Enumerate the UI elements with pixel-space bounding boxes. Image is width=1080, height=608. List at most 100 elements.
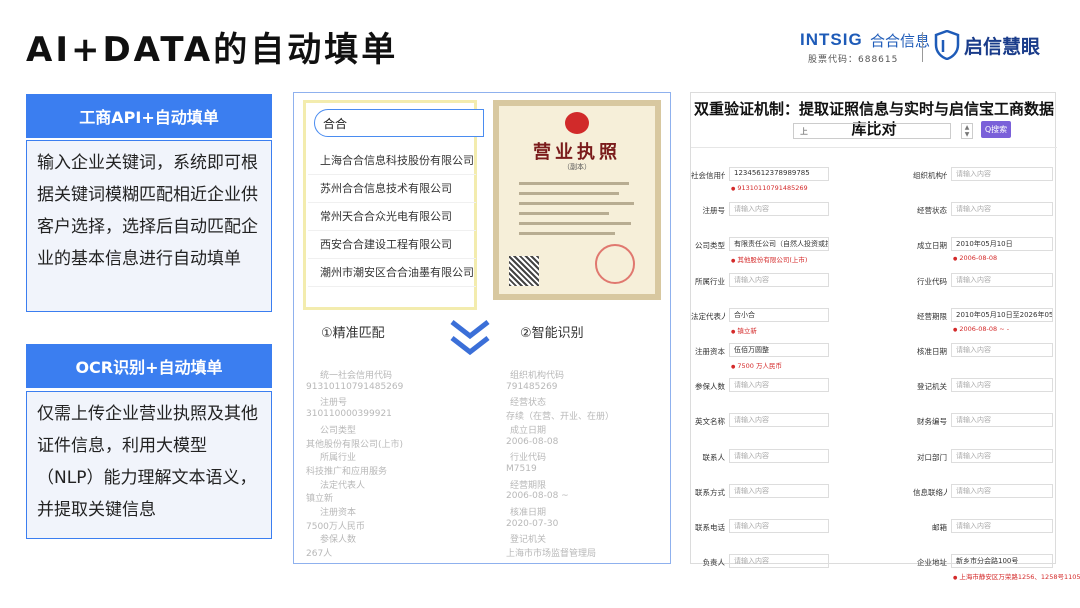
- license-text-line: [519, 232, 615, 235]
- field-label: 核准日期: [917, 347, 947, 356]
- field-input[interactable]: 请输入内容: [951, 343, 1053, 357]
- suggestion-list: 上海合合信息科技股份有限公司 苏州合合信息技术有限公司 常州天合合众光电有限公司…: [308, 147, 476, 287]
- field-label: 信息联络人: [913, 487, 947, 497]
- extracted-field-value: 上海市市场监督管理局: [506, 549, 597, 560]
- suggestion-item[interactable]: 上海合合信息科技股份有限公司: [308, 147, 476, 175]
- field-label: 负责人: [702, 558, 726, 568]
- stock-code: 股票代码：688615: [808, 55, 899, 65]
- license-title: 营业执照: [533, 142, 621, 163]
- extracted-field-label: 参保人数: [320, 535, 357, 546]
- step-smart-recognition: ②智能识别: [520, 326, 584, 341]
- business-license-image: 营业执照 （副本）: [493, 100, 661, 300]
- search-button[interactable]: Q搜索: [981, 121, 1011, 138]
- field-label: 联系人: [702, 452, 726, 462]
- database-match-hint: 镇立新: [731, 325, 757, 335]
- qixin-shield-icon: [934, 30, 960, 60]
- extracted-field-value: 存续（在营、开业、在册）: [506, 412, 615, 423]
- field-label: 社会信用代码: [691, 171, 725, 180]
- logo-divider: [922, 32, 923, 62]
- field-input[interactable]: 有限责任公司（自然人投资或控股）: [729, 237, 829, 252]
- extracted-field-label: 法定代表人: [320, 480, 366, 491]
- field-label: 参保人数: [695, 382, 725, 392]
- suggestion-item[interactable]: 常州天合合众光电有限公司: [308, 203, 476, 231]
- stepper-icon[interactable]: ▲ ▼: [961, 123, 973, 139]
- extracted-field-label: 所属行业: [320, 453, 357, 464]
- field-input[interactable]: 请输入内容: [729, 413, 829, 428]
- field-input[interactable]: 新乡市分会路100号: [951, 554, 1053, 569]
- suggestion-item[interactable]: 西安合合建设工程有限公司: [308, 231, 476, 259]
- license-text-line: [519, 222, 631, 225]
- company-lookup-input[interactable]: 上: [793, 123, 951, 139]
- field-label: 所属行业: [695, 276, 725, 286]
- database-match-hint: 7500 万人民币: [731, 360, 782, 370]
- extracted-field-label: 统一社会信用代码: [320, 371, 393, 381]
- field-input[interactable]: 请输入内容: [951, 519, 1053, 533]
- field-input[interactable]: 请输入内容: [729, 378, 829, 393]
- field-label: 组织机构代码: [913, 171, 947, 180]
- field-input[interactable]: 伍佰万圆整: [729, 343, 829, 357]
- field-input[interactable]: 2010年05月10日至2026年05月09日: [951, 307, 1053, 322]
- qixin-logo: 启信慧眼: [964, 36, 1041, 58]
- extracted-field-value: 其他股份有限公司(上市): [306, 439, 404, 450]
- field-input[interactable]: 请输入内容: [729, 202, 829, 217]
- official-seal-icon: [595, 244, 635, 284]
- field-label: 财务编号: [917, 417, 947, 427]
- field-input[interactable]: 请输入内容: [951, 167, 1053, 181]
- suggestion-item[interactable]: 潮州市潮安区合合油墨有限公司: [308, 259, 476, 287]
- extracted-field-value: 2020-07-30: [506, 518, 559, 529]
- license-text-line: [519, 202, 634, 205]
- field-label: 联系电话: [695, 523, 725, 532]
- extracted-field-label: 注册号: [320, 398, 348, 409]
- field-input[interactable]: 请输入内容: [729, 554, 829, 569]
- ocr-section-body: 仅需上传企业营业执照及其他证件信息，利用大模型（NLP）能力理解文本语义，并提取…: [26, 391, 272, 539]
- license-text-line: [519, 182, 629, 185]
- database-match-hint: 上海市静安区万荣路1256、1258号1105-1121室: [953, 571, 1080, 581]
- field-label: 英文名称: [695, 417, 725, 427]
- extracted-field-value: 2006-08-08 ~: [506, 491, 569, 502]
- field-input[interactable]: 请输入内容: [729, 519, 829, 533]
- field-input[interactable]: 请输入内容: [729, 448, 829, 463]
- field-input[interactable]: 请输入内容: [729, 483, 829, 498]
- field-input[interactable]: 请输入内容: [951, 202, 1053, 217]
- database-match-hint: 2006-08-08: [953, 254, 997, 262]
- suggestion-item[interactable]: 苏州合合信息技术有限公司: [308, 175, 476, 203]
- page-title: AI+DATA的自动填单: [26, 30, 399, 70]
- field-label: 联系方式: [695, 487, 725, 497]
- field-label: 对口部门: [917, 452, 947, 462]
- verification-form-panel: 双重验证机制：提取证照信息与实时与启信宝工商数据库比对 上 ▲ ▼ Q搜索 社会信…: [690, 92, 1080, 581]
- field-label: 经营期限: [917, 311, 947, 321]
- field-input[interactable]: 请输入内容: [951, 448, 1053, 463]
- extracted-field-label: 经营状态: [510, 398, 547, 409]
- field-input[interactable]: 2010年05月10日: [951, 237, 1053, 252]
- field-input[interactable]: 合小合: [729, 307, 829, 322]
- field-input[interactable]: 请输入内容: [951, 483, 1053, 498]
- extracted-field-value: 镇立新: [306, 494, 334, 505]
- field-input[interactable]: 请输入内容: [729, 272, 829, 287]
- ocr-section-header: OCR识别+自动填单: [26, 344, 272, 388]
- extracted-field-value: 7500万人民币: [306, 521, 365, 532]
- extracted-field-value: 科技推广和应用服务: [306, 466, 388, 477]
- company-search-input[interactable]: [314, 109, 484, 137]
- extracted-field-value: 2006-08-08: [506, 436, 559, 447]
- field-label: 注册号: [702, 206, 726, 216]
- extracted-info-form: 统一社会信用代码 组织机构代码 91310110791485269 791485269…: [300, 368, 665, 560]
- field-input[interactable]: 请输入内容: [951, 378, 1053, 393]
- extracted-field-value: M7519: [506, 463, 537, 474]
- extracted-field-label: 核准日期: [510, 508, 547, 518]
- brand-logos: INTSIG 合合信息 股票代码：688615 启信慧眼: [800, 30, 1070, 70]
- database-match-hint: 其他股份有限公司(上市): [731, 254, 807, 264]
- extracted-field-label: 登记机关: [510, 535, 547, 546]
- database-match-hint: 91310110791485269: [731, 184, 807, 192]
- field-input[interactable]: 12345612378989785: [729, 167, 829, 181]
- company-search-widget: 上海合合信息科技股份有限公司 苏州合合信息技术有限公司 常州天合合众光电有限公司…: [303, 100, 484, 310]
- extracted-field-label: 组织机构代码: [510, 371, 565, 381]
- field-label: 注册资本: [695, 347, 725, 356]
- field-input[interactable]: 请输入内容: [951, 413, 1053, 428]
- intsig-logo: INTSIG: [800, 30, 863, 49]
- double-chevron-down-icon: [450, 320, 490, 356]
- divider: [691, 147, 1057, 148]
- license-subtitle: （副本）: [563, 163, 591, 171]
- api-section-body: 输入企业关键词，系统即可根据关键词模糊匹配相近企业供客户选择，选择后自动匹配企业…: [26, 140, 272, 312]
- field-input[interactable]: 请输入内容: [951, 272, 1053, 287]
- extracted-field-value: 310110000399921: [306, 409, 392, 420]
